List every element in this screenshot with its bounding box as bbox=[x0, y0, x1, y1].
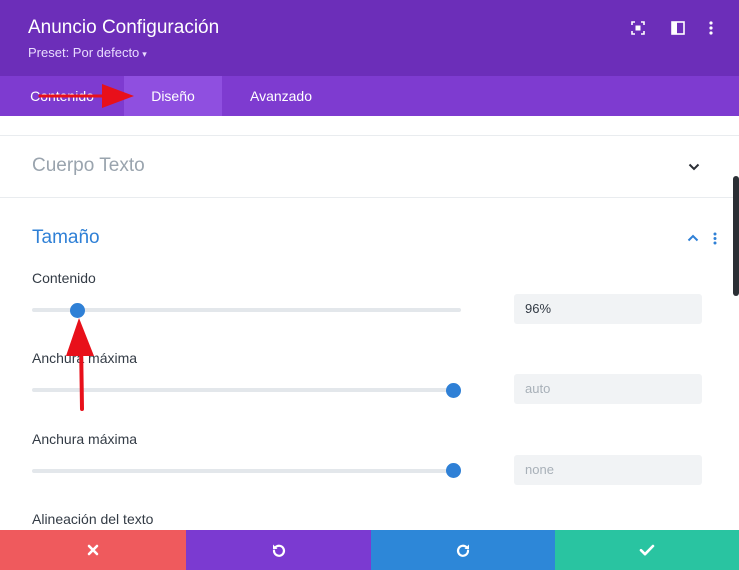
redo-button[interactable] bbox=[371, 530, 555, 570]
undo-icon bbox=[272, 544, 285, 557]
max-width-input[interactable]: auto bbox=[514, 374, 702, 404]
field-label-anchura-maxima: Anchura máxima bbox=[32, 431, 138, 447]
field-label-alineacion-texto: Alineación del texto bbox=[32, 511, 154, 527]
chevron-up-icon[interactable] bbox=[686, 231, 700, 245]
caret-down-icon: ▾ bbox=[142, 49, 147, 59]
modal-header: Anuncio Configuración Preset: Por defect… bbox=[0, 0, 739, 76]
modal-title: Anuncio Configuración bbox=[28, 17, 220, 38]
preset-selector[interactable]: Preset: Por defecto ▾ bbox=[28, 45, 147, 60]
tab-contenido[interactable]: Contenido bbox=[0, 76, 124, 116]
content-width-slider[interactable] bbox=[32, 308, 461, 312]
max-width-slider[interactable] bbox=[32, 388, 461, 392]
section-title: Cuerpo Texto bbox=[32, 155, 145, 176]
content-width-input[interactable]: 96% bbox=[514, 294, 702, 324]
slider-handle[interactable] bbox=[446, 383, 461, 398]
more-vertical-icon[interactable] bbox=[703, 20, 719, 36]
section-cuerpo-texto[interactable]: Cuerpo Texto bbox=[0, 135, 739, 197]
section-title[interactable]: Tamaño bbox=[32, 227, 100, 249]
section-options-icon[interactable] bbox=[713, 232, 717, 250]
chevron-down-icon[interactable] bbox=[687, 160, 701, 174]
close-icon bbox=[87, 544, 99, 556]
preset-label: Preset: Por defecto bbox=[28, 45, 140, 60]
cancel-button[interactable] bbox=[0, 530, 186, 570]
slider-handle[interactable] bbox=[70, 303, 85, 318]
focus-icon[interactable] bbox=[630, 20, 646, 36]
max-width-input[interactable]: none bbox=[514, 455, 702, 485]
save-button[interactable] bbox=[555, 530, 739, 570]
tab-diseno[interactable]: Diseño bbox=[124, 76, 222, 116]
field-label-anchura-maxima: Anchura máxima bbox=[32, 350, 138, 366]
max-width-slider[interactable] bbox=[32, 469, 461, 473]
field-label-contenido: Contenido bbox=[32, 270, 96, 286]
sidebar-layout-icon[interactable] bbox=[670, 20, 686, 36]
undo-button[interactable] bbox=[186, 530, 371, 570]
redo-icon bbox=[456, 544, 470, 557]
check-icon bbox=[639, 544, 655, 556]
tab-avanzado[interactable]: Avanzado bbox=[230, 76, 332, 116]
tab-bar: Contenido Diseño Avanzado bbox=[0, 76, 739, 116]
scrollbar[interactable] bbox=[733, 176, 739, 296]
slider-handle[interactable] bbox=[446, 463, 461, 478]
action-bar bbox=[0, 530, 739, 570]
